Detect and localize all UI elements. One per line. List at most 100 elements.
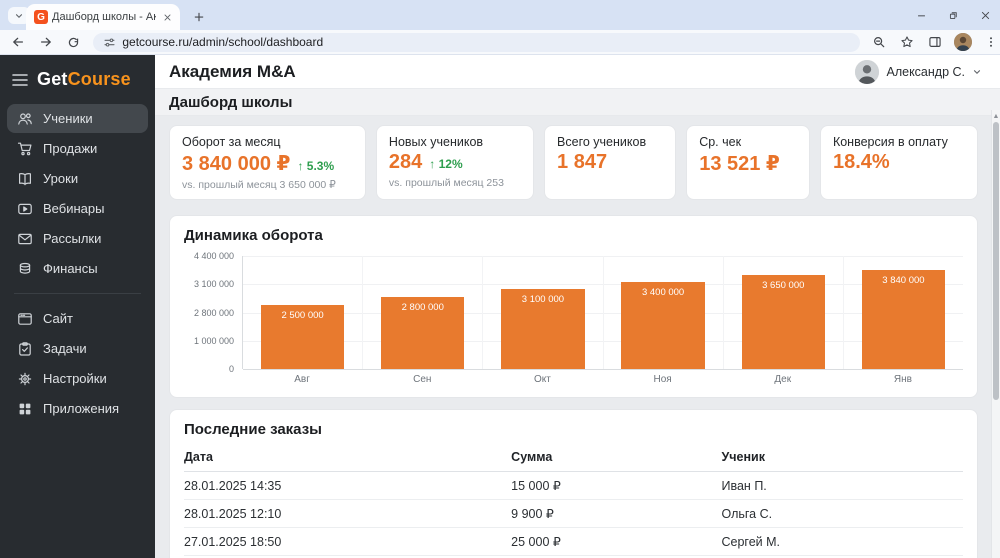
stat-value: 18.4% <box>832 151 890 173</box>
stat-delta: ↑ 5.3% <box>297 159 335 173</box>
page-heading-band: Дашборд школы <box>155 89 1000 116</box>
user-menu[interactable]: Александр С. <box>855 59 982 84</box>
scrollbar-up-arrow[interactable]: ▲ <box>992 111 1000 121</box>
tab-close-icon[interactable] <box>160 10 174 24</box>
bar-value-label: 3 650 000 <box>762 280 805 292</box>
stat-card: Конверсия в оплату 18.4% <box>819 125 978 200</box>
sidebar-item-mail[interactable]: Рассылки <box>7 224 148 253</box>
stat-value: 13 521 ₽ <box>699 153 780 175</box>
gridline <box>243 369 963 370</box>
browser-tab[interactable]: G Дашборд школы - Академия М <box>26 4 180 30</box>
sidebar-item-label: Финансы <box>43 261 98 276</box>
stat-delta: ↑ 12% <box>429 157 463 171</box>
book-icon <box>19 172 31 185</box>
orders-table: Дата Сумма Ученик 28.01.2025 14:35 15 000 ₽… <box>184 445 963 558</box>
page-scrollbar[interactable]: ▲ ▼ <box>991 110 1000 558</box>
window-minimize-button[interactable] <box>914 8 928 22</box>
table-row[interactable]: 28.01.2025 12:10 9 900 ₽ Ольга С. <box>184 499 963 528</box>
window-close-button[interactable] <box>978 8 992 22</box>
orders-column-header: Ученик <box>721 445 963 472</box>
stat-note: vs. прошлый месяц 253 <box>388 177 504 189</box>
stat-value: 1 847 <box>557 151 608 173</box>
forward-button[interactable] <box>36 32 56 52</box>
sidebar-item-users[interactable]: Ученики <box>7 104 148 133</box>
getcourse-logo[interactable]: GetCourse <box>37 69 131 90</box>
cart-icon <box>17 142 32 155</box>
tab-title: Дашборд школы - Академия М <box>52 11 156 23</box>
page-title: Дашборд школы <box>169 93 293 111</box>
sidebar-item-apps[interactable]: Приложения <box>7 394 148 423</box>
main-area: Академия M&A Александр С. Дашборд школы … <box>155 55 1000 558</box>
chevron-down-icon <box>15 13 23 18</box>
stat-label: Новых учеников <box>388 135 484 149</box>
browser-profile-avatar[interactable] <box>954 33 972 51</box>
browser-menu-button[interactable] <box>982 33 1000 51</box>
stat-value: 3 840 000 ₽ <box>182 153 291 175</box>
chevron-down-icon <box>973 69 981 74</box>
table-cell: 28.01.2025 14:35 <box>184 471 512 500</box>
sidebar-item-gear[interactable]: Настройки <box>7 364 148 393</box>
url-text: getcourse.ru/admin/school/dashboard <box>122 35 324 49</box>
sidebar-item-book[interactable]: Уроки <box>7 164 148 193</box>
sidebar-item-label: Продажи <box>43 141 98 156</box>
sidebar-item-coins[interactable]: Финансы <box>7 254 148 283</box>
x-tick-label: Сен <box>413 374 432 385</box>
chart-y-axis: 4 400 000 3 100 000 2 800 000 1 000 000 0 <box>184 251 242 374</box>
sidebar-nav-secondary: Сайт Задачи Настройки Приложения <box>0 304 155 423</box>
sidebar-item-label: Ученики <box>43 111 93 126</box>
table-row[interactable]: 28.01.2025 14:35 15 000 ₽ Иван П. <box>184 471 963 500</box>
table-row[interactable]: 27.01.2025 18:50 25 000 ₽ Сергей М. <box>184 527 963 556</box>
orders-title: Последние заказы <box>184 421 322 438</box>
address-bar[interactable]: getcourse.ru/admin/school/dashboard <box>93 32 860 52</box>
tasks-icon <box>19 341 31 356</box>
users-icon <box>18 112 32 125</box>
stat-note: vs. прошлый месяц 3 650 000 ₽ <box>182 179 336 191</box>
back-arrow-icon <box>13 37 23 47</box>
new-tab-button[interactable] <box>190 8 208 26</box>
chart-bar: 3 650 000 <box>741 275 825 369</box>
stat-card: Оборот за месяц 3 840 000 ₽ ↑ 5.3% vs. прош… <box>169 125 366 200</box>
y-tick-label: 0 <box>228 364 234 374</box>
three-dots-icon <box>990 37 992 47</box>
sidebar-item-cart[interactable]: Продажи <box>7 134 148 163</box>
reload-button[interactable] <box>64 32 84 52</box>
user-avatar <box>855 59 880 84</box>
magnifier-icon <box>874 37 885 48</box>
user-name: Александр С. <box>886 64 965 79</box>
sidebar-nav-main: Ученики Продажи Уроки Вебинары Рассылки Финан… <box>0 104 155 283</box>
side-panel-button[interactable] <box>926 33 944 51</box>
window-controls <box>914 0 992 30</box>
back-button[interactable] <box>8 32 28 52</box>
zoom-button[interactable] <box>870 33 888 51</box>
chart-bar: 2 500 000 <box>260 304 345 369</box>
sidebar-item-site[interactable]: Сайт <box>7 304 148 333</box>
site-settings-icon <box>104 37 115 47</box>
orders-header-row: Дата Сумма Ученик <box>184 445 963 472</box>
x-tick-label: Дек <box>774 374 792 385</box>
stat-value: 284 <box>388 151 423 173</box>
stat-label: Оборот за месяц <box>182 135 281 149</box>
y-tick-label: 1 000 000 <box>193 335 234 346</box>
x-tick-label: Авг <box>294 374 310 385</box>
video-icon <box>18 203 32 214</box>
sidebar-item-video[interactable]: Вебинары <box>7 194 148 223</box>
bar-chart: 4 400 000 3 100 000 2 800 000 1 000 000 0 2 … <box>184 251 963 374</box>
table-cell: 15 000 ₽ <box>511 471 722 500</box>
bar-value-label: 2 500 000 <box>281 309 324 321</box>
chart-column: 3 100 000 <box>483 256 604 369</box>
scrollbar-thumb[interactable] <box>993 122 999 400</box>
bar-value-label: 3 100 000 <box>521 294 565 306</box>
bookmark-button[interactable] <box>898 33 916 51</box>
table-cell: Ольга С. <box>721 499 963 528</box>
bar-value-label: 2 800 000 <box>401 302 444 314</box>
x-tick-label: Янв <box>893 374 912 385</box>
chart-title: Динамика оборота <box>184 227 323 244</box>
chart-column: 3 400 000 <box>604 256 724 369</box>
hamburger-menu-icon[interactable] <box>12 73 28 87</box>
side-panel-icon <box>929 37 941 47</box>
sidebar-item-tasks[interactable]: Задачи <box>7 334 148 363</box>
stat-card: Новых учеников 284 ↑ 12% vs. прошлый месяц … <box>375 125 535 200</box>
table-cell: 25 000 ₽ <box>511 527 722 556</box>
window-restore-button[interactable] <box>946 8 960 22</box>
site-icon <box>18 312 32 325</box>
